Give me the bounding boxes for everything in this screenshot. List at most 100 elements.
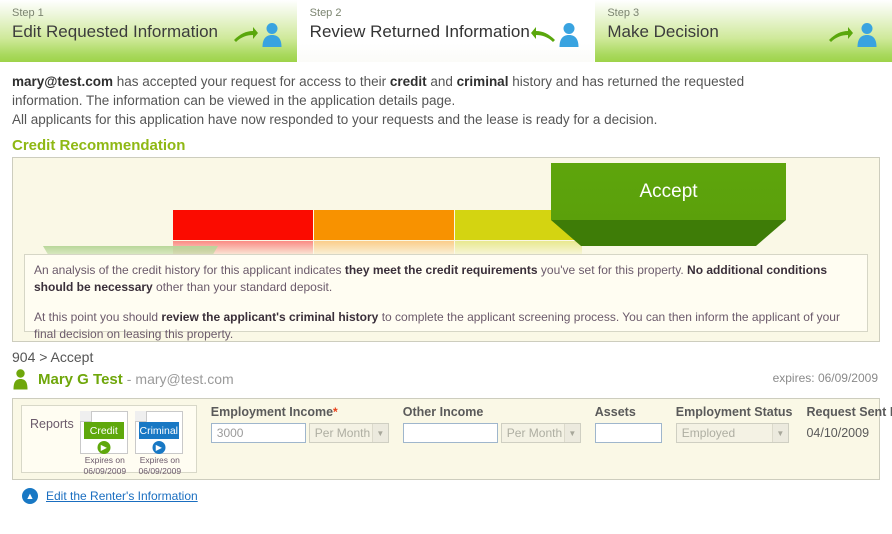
field-other-income: Other Income Per Month ▼ [402, 405, 581, 443]
expires-label: expires: [772, 371, 815, 385]
step-tabs: Step 1 Edit Requested Information Step 2… [0, 0, 892, 62]
criminal-report-expires-date: 06/09/2009 [138, 466, 182, 476]
employment-income-period-select[interactable]: Per Month ▼ [308, 423, 389, 443]
applicant-row: Mary G Test - mary@test.com expires: 06/… [12, 367, 892, 391]
page-fold-icon [79, 411, 92, 422]
chevron-up-circle-icon[interactable]: ▲ [22, 488, 38, 504]
credit-report-expires-date: 06/09/2009 [83, 466, 127, 476]
chevron-down-icon[interactable]: ▼ [563, 424, 580, 442]
arrow-right-icon [829, 27, 854, 42]
intro-credit-word: credit [389, 74, 427, 89]
other-income-period-select[interactable]: Per Month ▼ [500, 423, 581, 443]
accept-banner: Accept [551, 163, 786, 220]
intro-text-1b: and [426, 74, 457, 89]
criminal-report-expires-label: Expires on [139, 455, 180, 465]
step-3-title: Make Decision [607, 22, 719, 41]
report-card-credit[interactable]: Credit ▶ Expires on 06/09/2009 [79, 411, 130, 476]
analysis-paragraph-1: An analysis of the credit history for th… [34, 262, 858, 296]
analysis-paragraph-2: At this point you should review the appl… [34, 309, 858, 343]
edit-renter-information-row[interactable]: ▲ Edit the Renter's Information [22, 488, 892, 504]
intro-line-3: All applicants for this application have… [12, 112, 658, 127]
chevron-right-icon[interactable]: ▶ [97, 441, 111, 454]
recommendation-gauge: Accept [13, 158, 879, 263]
chevron-down-icon[interactable]: ▼ [371, 424, 388, 442]
intro-paragraph: mary@test.com has accepted your request … [0, 62, 892, 129]
reports-box: Reports Credit ▶ Expires on 06/09/2009 C… [21, 405, 197, 476]
step-2-icons [530, 6, 584, 48]
report-card-criminal[interactable]: Criminal ▶ Expires on 06/09/2009 [134, 411, 185, 476]
assets-controls [594, 423, 662, 443]
employment-income-controls: Per Month ▼ [210, 423, 389, 443]
credit-recommendation-panel: Accept An analysis of the credit history… [12, 157, 880, 342]
step-tab-2[interactable]: Step 2 Review Returned Information [296, 0, 595, 62]
credit-recommendation-heading: Credit Recommendation [12, 137, 186, 154]
step-2-number: Step 2 [309, 7, 342, 19]
step-tab-3[interactable]: Step 3 Make Decision [594, 0, 892, 62]
employment-status-select[interactable]: Employed ▼ [675, 423, 789, 443]
analysis-p1-c: you've set for this property. [537, 263, 688, 277]
step-3-text: Step 3 Make Decision [607, 6, 719, 43]
employment-status-label: Employment Status [675, 405, 793, 419]
credit-report-title: Credit [83, 422, 124, 439]
analysis-p1-a: An analysis of the credit history for th… [34, 263, 345, 277]
gauge-segment-reject [173, 210, 313, 240]
chevron-right-icon[interactable]: ▶ [152, 441, 166, 454]
step-2-title: Review Returned Information [309, 22, 530, 41]
field-request-sent-date: Request Sent Date 04/10/2009 [806, 405, 892, 440]
intro-text-1a: has accepted your request for access to … [112, 74, 390, 89]
step-2-text: Step 2 Review Returned Information [310, 6, 530, 43]
credit-report-document-icon: Credit ▶ [79, 411, 128, 454]
assets-input[interactable] [594, 423, 662, 443]
credit-report-expires-label: Expires on [84, 455, 125, 465]
person-icon [559, 23, 579, 47]
intro-email: mary@test.com [12, 74, 113, 89]
applicant-details-panel: Reports Credit ▶ Expires on 06/09/2009 C… [12, 398, 892, 480]
step-3-icons [828, 6, 882, 48]
applicant-id-line: 904 > Accept [12, 349, 94, 365]
criminal-report-title: Criminal [138, 422, 179, 439]
employment-income-label: Employment Income* [211, 405, 389, 419]
step-3-number: Step 3 [607, 7, 640, 19]
analysis-p2-a: At this point you should [34, 310, 162, 324]
arrow-right-icon [233, 27, 258, 42]
person-icon [857, 23, 877, 47]
accept-label: Accept [639, 180, 698, 202]
chevron-down-icon[interactable]: ▼ [771, 424, 788, 442]
step-1-text: Step 1 Edit Requested Information [12, 6, 218, 43]
employment-income-period-value: Per Month [314, 426, 371, 440]
employment-status-value: Employed [681, 426, 736, 440]
intro-line-2: information. The information can be view… [12, 93, 456, 108]
expires-date: 06/09/2009 [817, 371, 878, 385]
employment-income-input[interactable] [210, 423, 306, 443]
field-employment-status: Employment Status Employed ▼ [675, 405, 793, 443]
gauge-segment-caution-high [314, 210, 454, 240]
analysis-box: An analysis of the credit history for th… [24, 254, 868, 341]
analysis-p1-bold-1: they meet the credit requirements [344, 263, 538, 277]
intro-line-1: mary@test.com has accepted your request … [12, 72, 878, 91]
intro-criminal-word: criminal [456, 74, 509, 89]
other-income-input[interactable] [402, 423, 498, 443]
applicant-name: Mary G Test [38, 370, 123, 388]
step-tab-1[interactable]: Step 1 Edit Requested Information [0, 0, 297, 62]
arrow-left-icon [531, 27, 556, 42]
person-icon [13, 368, 28, 389]
person-icon [262, 23, 282, 47]
other-income-period-value: Per Month [506, 426, 563, 440]
field-employment-income: Employment Income* Per Month ▼ [210, 405, 389, 443]
employment-income-label-text: Employment Income [210, 405, 334, 419]
edit-renter-information-link[interactable]: Edit the Renter's Information [46, 489, 198, 503]
applicant-email: mary@test.com [135, 371, 234, 387]
page-fold-icon [134, 411, 147, 422]
criminal-report-document-icon: Criminal ▶ [134, 411, 183, 454]
analysis-p1-e: other than your standard deposit. [152, 280, 333, 294]
intro-text-1c: history and has returned the requested [508, 74, 745, 89]
other-income-controls: Per Month ▼ [402, 423, 581, 443]
field-assets: Assets [594, 405, 662, 443]
request-sent-date-value: 04/10/2009 [806, 426, 870, 440]
step-1-title: Edit Requested Information [12, 22, 219, 41]
required-asterisk: * [333, 405, 338, 419]
step-1-number: Step 1 [12, 7, 44, 19]
gauge-segment-accept: Accept [551, 163, 786, 246]
analysis-p2-bold: review the applicant's criminal history [161, 310, 379, 324]
accept-pointer [551, 220, 786, 246]
